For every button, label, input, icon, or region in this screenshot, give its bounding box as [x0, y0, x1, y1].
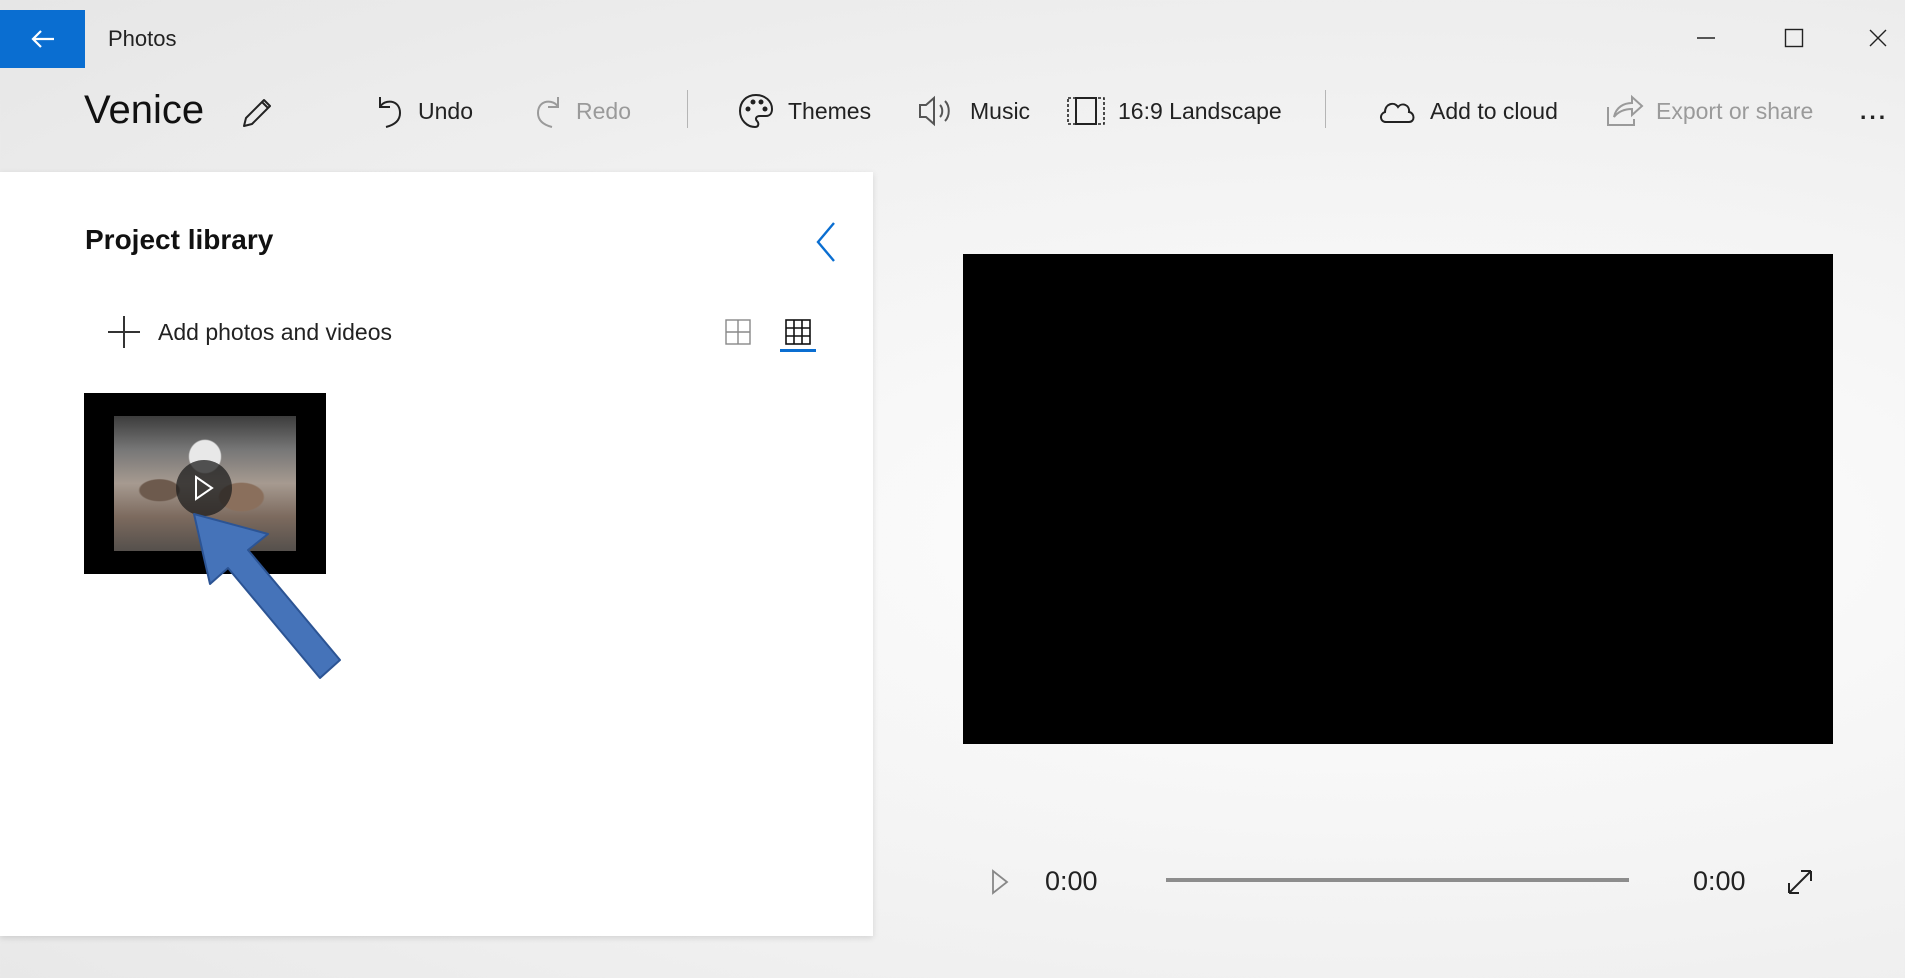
close-icon	[1869, 29, 1887, 47]
palette-icon	[738, 93, 774, 129]
more-options-button[interactable]: ...	[1860, 88, 1888, 134]
add-to-cloud-label: Add to cloud	[1430, 97, 1558, 124]
video-preview[interactable]	[963, 254, 1833, 744]
expand-icon	[1788, 870, 1812, 894]
app-title: Photos	[108, 26, 177, 51]
undo-label: Undo	[418, 97, 473, 124]
redo-label: Redo	[576, 97, 631, 124]
rename-button[interactable]	[236, 92, 278, 139]
toolbar-divider	[687, 90, 688, 128]
grid-small-icon	[785, 319, 811, 345]
view-selected-indicator	[780, 349, 816, 352]
export-share-button[interactable]: Export or share	[1604, 88, 1813, 134]
view-small-thumbnails-button[interactable]	[716, 310, 760, 354]
current-time: 0:00	[1045, 866, 1098, 896]
minimize-icon	[1697, 37, 1715, 39]
play-icon	[195, 475, 214, 501]
redo-icon	[536, 97, 559, 128]
back-button[interactable]	[0, 10, 85, 68]
music-label: Music	[970, 97, 1031, 124]
project-title: Venice	[84, 88, 205, 132]
add-to-cloud-button[interactable]: Add to cloud	[1376, 88, 1558, 134]
seek-bar[interactable]	[1166, 878, 1629, 882]
chevron-left-icon	[816, 222, 835, 262]
close-button[interactable]	[1848, 14, 1905, 62]
share-icon	[1607, 94, 1644, 126]
music-button[interactable]: Music	[916, 88, 1030, 134]
library-title: Project library	[85, 224, 274, 255]
collapse-library-button[interactable]	[808, 220, 844, 264]
view-large-thumbnails-button[interactable]	[776, 310, 820, 354]
arrow-left-icon	[30, 30, 54, 48]
play-icon	[992, 869, 1009, 895]
undo-icon	[379, 97, 402, 128]
cloud-icon	[1380, 102, 1415, 123]
undo-button[interactable]: Undo	[374, 88, 473, 134]
aspect-ratio-icon	[1067, 97, 1105, 125]
total-time: 0:00	[1693, 866, 1746, 896]
more-options-icon: ...	[1860, 97, 1889, 124]
play-button[interactable]	[985, 862, 1015, 902]
toolbar-divider	[1325, 90, 1326, 128]
grid-large-icon	[725, 319, 751, 345]
add-photos-videos-label: Add photos and videos	[158, 318, 393, 345]
redo-button[interactable]: Redo	[530, 88, 631, 134]
export-share-label: Export or share	[1656, 97, 1814, 124]
maximize-button[interactable]	[1764, 14, 1824, 62]
themes-button[interactable]: Themes	[736, 88, 871, 134]
pencil-icon	[243, 99, 271, 127]
themes-label: Themes	[788, 97, 872, 124]
maximize-icon	[1784, 28, 1804, 48]
fullscreen-button[interactable]	[1782, 864, 1818, 900]
speaker-icon	[919, 95, 950, 127]
add-photos-videos-button[interactable]: Add photos and videos	[106, 312, 392, 352]
minimize-button[interactable]	[1676, 14, 1736, 62]
aspect-ratio-button[interactable]: 16:9 Landscape	[1066, 88, 1282, 134]
aspect-ratio-label: 16:9 Landscape	[1118, 97, 1282, 124]
plus-icon	[108, 316, 140, 348]
annotation-arrow-icon	[193, 513, 341, 679]
